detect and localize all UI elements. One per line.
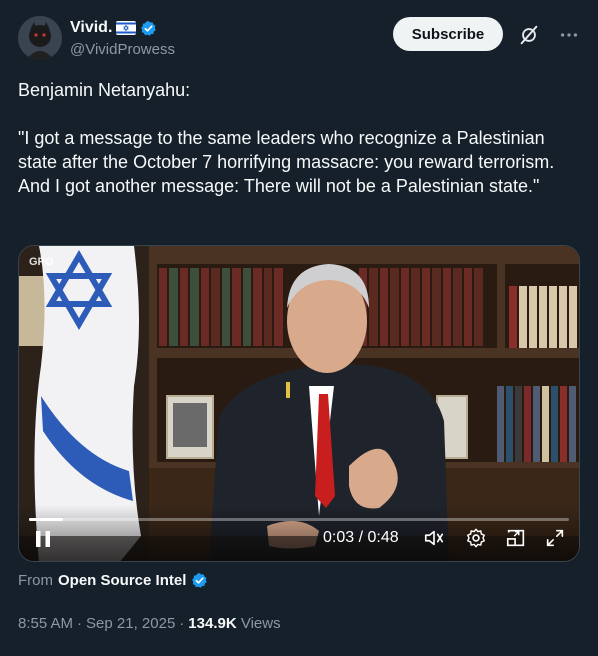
video-controls: 0:03 / 0:48 — [19, 505, 579, 561]
video-player[interactable]: GPO 0:03 / 0:48 — [18, 245, 580, 562]
source-name-link[interactable]: Open Source Intel — [58, 572, 186, 589]
tweet-header: Vivid. @VividProwess Subscribe — [18, 16, 580, 60]
volume-icon[interactable] — [423, 527, 445, 549]
source-attribution: From Open Source Intel — [18, 572, 208, 589]
progress-fill — [29, 518, 63, 521]
grok-icon[interactable] — [518, 24, 540, 46]
video-time: 0:03 / 0:48 — [323, 529, 399, 547]
gpo-watermark: GPO — [29, 256, 54, 268]
verified-badge-icon — [191, 572, 208, 589]
progress-bar[interactable] — [29, 518, 569, 521]
author-names: Vivid. @VividProwess — [70, 18, 175, 58]
current-time: 0:03 — [323, 529, 355, 546]
meta-dot: · — [179, 615, 185, 632]
tweet-date[interactable]: Sep 21, 2025 — [86, 615, 175, 632]
meta-dot: · — [77, 615, 83, 632]
source-prefix: From — [18, 572, 53, 589]
settings-icon[interactable] — [465, 527, 487, 549]
tweet-meta: 8:55 AM · Sep 21, 2025 · 134.9K Views — [18, 615, 281, 632]
time-separator: / — [358, 529, 364, 546]
pip-icon[interactable] — [505, 527, 527, 549]
israel-flag-icon — [116, 21, 137, 35]
tweet-time[interactable]: 8:55 AM — [18, 615, 73, 632]
duration: 0:48 — [367, 529, 399, 546]
pause-icon[interactable] — [33, 529, 53, 549]
display-name[interactable]: Vivid. — [70, 19, 112, 37]
handle[interactable]: @VividProwess — [70, 41, 175, 58]
verified-badge-icon — [140, 20, 157, 37]
tweet-text: Benjamin Netanyahu: "I got a message to … — [18, 80, 555, 196]
views-count: 134.9K — [188, 615, 237, 632]
fullscreen-icon[interactable] — [544, 527, 566, 549]
more-icon[interactable] — [558, 24, 580, 46]
views-label: Views — [240, 615, 281, 632]
avatar[interactable] — [18, 16, 62, 60]
subscribe-button[interactable]: Subscribe — [393, 17, 503, 51]
